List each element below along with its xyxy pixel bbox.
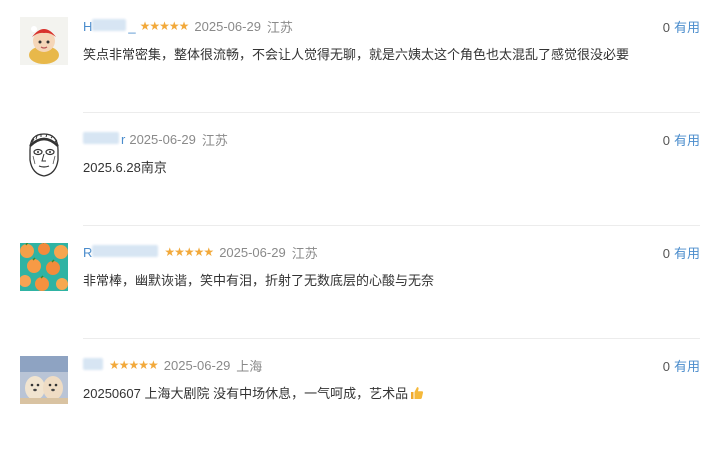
useful-button[interactable]: 有用 [674,133,700,148]
useful-count: 0 [662,133,670,148]
username-suffix[interactable]: _ [128,19,135,34]
useful-button[interactable]: 有用 [674,20,700,35]
review-content: 非常棒，幽默诙谐，笑中有泪，折射了无数底层的心酸与无奈 [83,273,435,288]
useful-vote: 0 有用 [663,17,700,36]
useful-count: 0 [662,246,670,261]
useful-vote: 0 有用 [663,243,700,262]
review-item: ★★★★★ 2025-06-29 上海 20250607 上海大剧院 没有中场休… [0,339,720,452]
review-date: 2025-06-29 [219,244,286,260]
useful-button[interactable]: 有用 [674,246,700,261]
username-text[interactable]: R [83,245,92,260]
username-blur [92,18,127,31]
useful-vote: 0 有用 [663,130,700,149]
rating-stars: ★★★★★ [109,358,159,372]
review-content-text: 20250607 上海大剧院 没有中场休息，一气呵成，艺术品 [83,386,409,401]
username[interactable]: r [83,131,125,147]
rating-stars: ★★★★★ [164,245,214,259]
username-suffix[interactable]: r [121,132,125,147]
review-meta: H _ ★★★★★ 2025-06-29 江苏 [83,17,293,35]
avatar-4-icon [20,356,68,404]
username-blur [92,244,159,257]
avatar-3-icon [20,243,68,291]
useful-vote: 0 有用 [663,356,700,375]
useful-button[interactable]: 有用 [674,359,700,374]
avatar-1-icon [20,17,68,65]
review-meta: r 2025-06-29 江苏 [83,130,228,148]
review-location: 江苏 [201,132,228,148]
useful-count: 0 [662,359,670,374]
avatar[interactable] [20,130,68,178]
review-date: 2025-06-29 [129,131,196,147]
username[interactable]: R [83,244,160,260]
avatar[interactable] [20,17,68,65]
rating-stars: ★★★★★ [139,19,190,33]
review-date: 2025-06-29 [194,18,261,34]
thumbs-up-icon [410,386,424,403]
review-location: 江苏 [291,245,318,261]
review-item: H _ ★★★★★ 2025-06-29 江苏 笑点非常密集，整体很流畅，不会让人… [0,0,720,113]
review-content: 2025.6.28南京 [83,160,167,175]
review-meta: ★★★★★ 2025-06-29 上海 [83,356,262,374]
review-meta: R ★★★★★ 2025-06-29 江苏 [83,243,318,261]
review-content: 20250607 上海大剧院 没有中场休息，一气呵成，艺术品 [83,383,424,403]
username-text[interactable]: H [83,19,92,34]
username-blur [83,357,103,370]
review-date: 2025-06-29 [163,357,231,373]
review-item: R ★★★★★ 2025-06-29 江苏 非常棒，幽默诙谐，笑中有泪，折射了无… [0,226,720,339]
avatar[interactable] [20,243,68,291]
review-content: 笑点非常密集，整体很流畅，不会让人觉得无聊，就是六姨太这个角色也太混乱了感觉很没… [83,47,630,62]
review-location: 上海 [236,358,263,374]
avatar[interactable] [20,356,68,404]
review-item: r 2025-06-29 江苏 2025.6.28南京 0 有用 [0,113,720,226]
username[interactable]: H _ [83,18,136,34]
review-location: 江苏 [266,19,293,35]
username[interactable] [83,357,105,373]
username-blur [83,131,119,144]
avatar-2-icon [20,130,68,178]
useful-count: 0 [662,20,670,35]
